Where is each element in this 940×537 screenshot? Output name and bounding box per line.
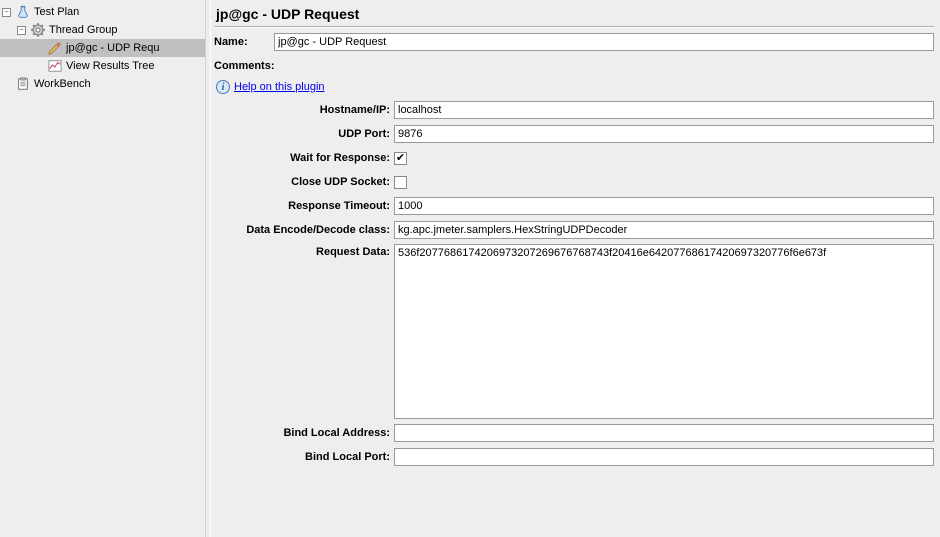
chart-icon	[47, 58, 63, 74]
beaker-icon	[15, 4, 31, 20]
comments-label: Comments:	[214, 60, 284, 72]
hostname-label: Hostname/IP:	[214, 104, 394, 116]
wait-checkbox[interactable]: ✔	[394, 152, 407, 165]
expand-icon[interactable]: −	[2, 8, 11, 17]
row-comments: Comments:	[214, 56, 934, 76]
decode-label: Data Encode/Decode class:	[214, 224, 394, 236]
tree-node-view-results[interactable]: View Results Tree	[0, 57, 205, 75]
tree-label: Thread Group	[49, 24, 117, 36]
tree-panel: − Test Plan − Thread Group jp@gc - UDP R…	[0, 0, 205, 537]
divider	[214, 26, 934, 28]
timeout-label: Response Timeout:	[214, 200, 394, 212]
bind-port-input[interactable]	[394, 448, 934, 466]
tree-node-test-plan[interactable]: − Test Plan	[0, 3, 205, 21]
timeout-input[interactable]	[394, 197, 934, 215]
row-bind-port: Bind Local Port:	[214, 447, 934, 467]
tree-label: Test Plan	[34, 6, 79, 18]
request-data-label: Request Data:	[214, 244, 394, 258]
close-checkbox[interactable]	[394, 176, 407, 189]
row-name: Name:	[214, 32, 934, 52]
request-data-textarea[interactable]	[394, 244, 934, 419]
row-close: Close UDP Socket:	[214, 172, 934, 192]
close-label: Close UDP Socket:	[214, 176, 394, 188]
tree-label: jp@gc - UDP Requ	[66, 42, 160, 54]
row-decode: Data Encode/Decode class:	[214, 220, 934, 240]
main-panel: jp@gc - UDP Request Name: Comments: i He…	[211, 0, 940, 537]
hostname-input[interactable]	[394, 101, 934, 119]
gear-icon	[30, 22, 46, 38]
row-request-data: Request Data:	[214, 244, 934, 419]
tree-label: View Results Tree	[66, 60, 154, 72]
bind-port-label: Bind Local Port:	[214, 451, 394, 463]
port-input[interactable]	[394, 125, 934, 143]
tree-node-udp-request[interactable]: jp@gc - UDP Requ	[0, 39, 205, 57]
tree-label: WorkBench	[34, 78, 91, 90]
decode-input[interactable]	[394, 221, 934, 239]
bind-addr-input[interactable]	[394, 424, 934, 442]
row-hostname: Hostname/IP:	[214, 100, 934, 120]
row-help: i Help on this plugin	[214, 80, 934, 94]
clipboard-icon	[15, 76, 31, 92]
row-port: UDP Port:	[214, 124, 934, 144]
expand-icon[interactable]: −	[17, 26, 26, 35]
info-icon: i	[216, 80, 230, 94]
help-link[interactable]: Help on this plugin	[234, 81, 325, 93]
bind-addr-label: Bind Local Address:	[214, 427, 394, 439]
tree-node-workbench[interactable]: WorkBench	[0, 75, 205, 93]
row-wait: Wait for Response: ✔	[214, 148, 934, 168]
name-label: Name:	[214, 36, 274, 48]
pencil-icon	[47, 40, 63, 56]
wait-label: Wait for Response:	[214, 152, 394, 164]
row-timeout: Response Timeout:	[214, 196, 934, 216]
port-label: UDP Port:	[214, 128, 394, 140]
name-input[interactable]	[274, 33, 934, 51]
row-bind-addr: Bind Local Address:	[214, 423, 934, 443]
panel-title: jp@gc - UDP Request	[214, 0, 934, 26]
tree-node-thread-group[interactable]: − Thread Group	[0, 21, 205, 39]
